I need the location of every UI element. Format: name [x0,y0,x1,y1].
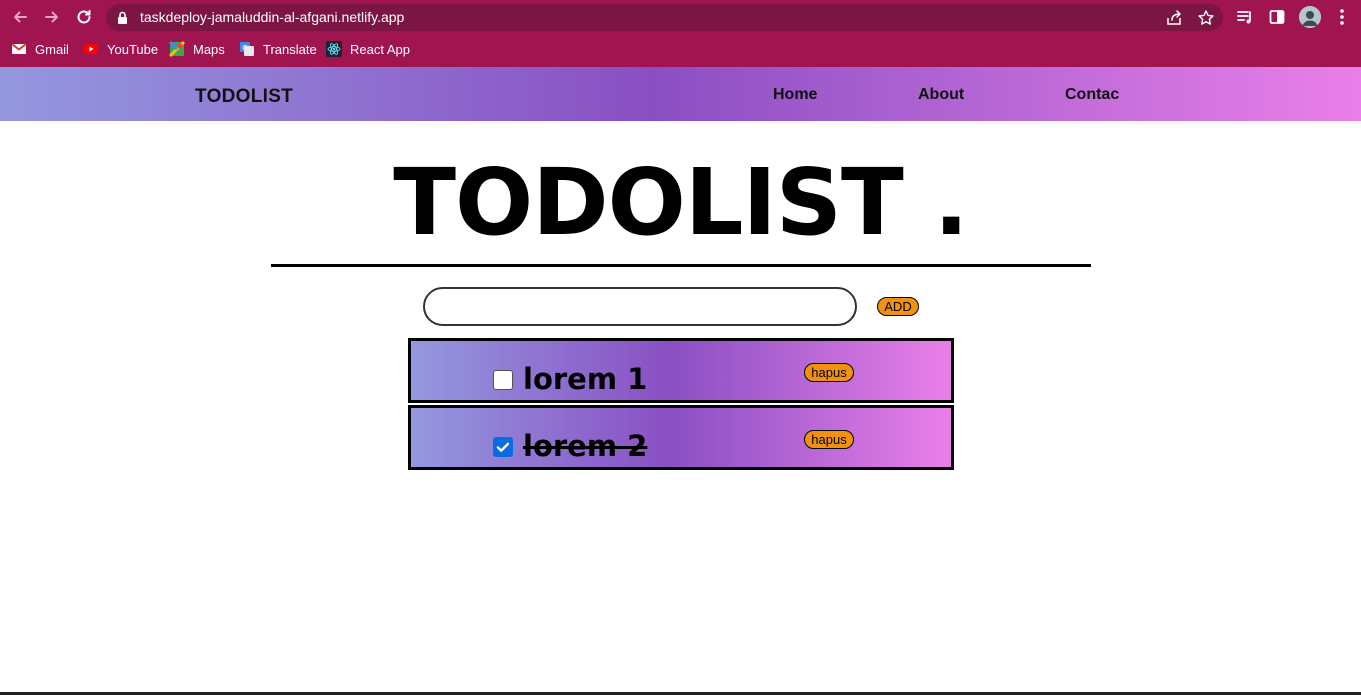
translate-icon: G [239,41,255,57]
share-icon[interactable] [1165,9,1183,27]
star-icon[interactable] [1197,9,1215,27]
bookmark-label: YouTube [107,41,159,57]
brand-logo[interactable]: TODOLIST [195,86,293,108]
menu-icon[interactable] [1330,5,1354,29]
lock-icon [117,10,128,29]
back-icon[interactable] [8,5,32,29]
todo-item: lorem 1 hapus [408,338,954,403]
app-navbar: TODOLIST Home About Contac [0,67,1361,121]
browser-chrome: taskdeploy-jamaluddin-al-afgani.netlify.… [0,0,1361,67]
nav-link-home[interactable]: Home [773,86,817,104]
reload-icon[interactable] [72,5,96,29]
todo-checkbox[interactable] [493,437,513,457]
bookmark-label: Gmail [35,41,69,57]
react-icon [326,41,342,57]
todo-item: lorem 2 hapus [408,405,954,470]
page-title: TODOLIST . [393,149,968,256]
bookmark-label: Maps [193,41,225,57]
forward-icon[interactable] [40,5,64,29]
todo-checkbox[interactable] [493,370,513,390]
bookmark-react-app[interactable]: React App [326,38,410,60]
nav-link-contact[interactable]: Contac [1065,86,1119,104]
bookmark-translate[interactable]: G Translate [239,38,317,60]
checkmark-icon [496,442,510,452]
youtube-icon [83,41,99,57]
todo-text: lorem 1 [523,362,648,396]
bookmark-label: React App [350,41,410,57]
bookmark-maps[interactable]: Maps [168,38,225,60]
bookmark-gmail[interactable]: Gmail [11,38,69,60]
bookmark-label: Translate [263,41,317,57]
add-button[interactable]: ADD [877,297,919,316]
bookmark-youtube[interactable]: YouTube [83,38,158,60]
svg-text:G: G [242,44,247,52]
todo-input[interactable] [423,287,857,326]
maps-icon [168,40,186,58]
side-panel-icon[interactable] [1265,5,1289,29]
gmail-icon [11,41,27,57]
address-bar[interactable]: taskdeploy-jamaluddin-al-afgani.netlify.… [106,4,1223,31]
browser-toolbar: taskdeploy-jamaluddin-al-afgani.netlify.… [0,0,1361,34]
url-text: taskdeploy-jamaluddin-al-afgani.netlify.… [140,9,405,25]
nav-link-about[interactable]: About [918,86,964,104]
bookmarks-bar: Gmail YouTube Maps G Translate React App [0,38,1361,60]
todo-text: lorem 2 [523,429,648,463]
profile-avatar[interactable] [1299,6,1321,28]
title-divider [271,264,1091,267]
reading-list-icon[interactable] [1233,5,1257,29]
delete-button[interactable]: hapus [804,363,854,382]
delete-button[interactable]: hapus [804,430,854,449]
